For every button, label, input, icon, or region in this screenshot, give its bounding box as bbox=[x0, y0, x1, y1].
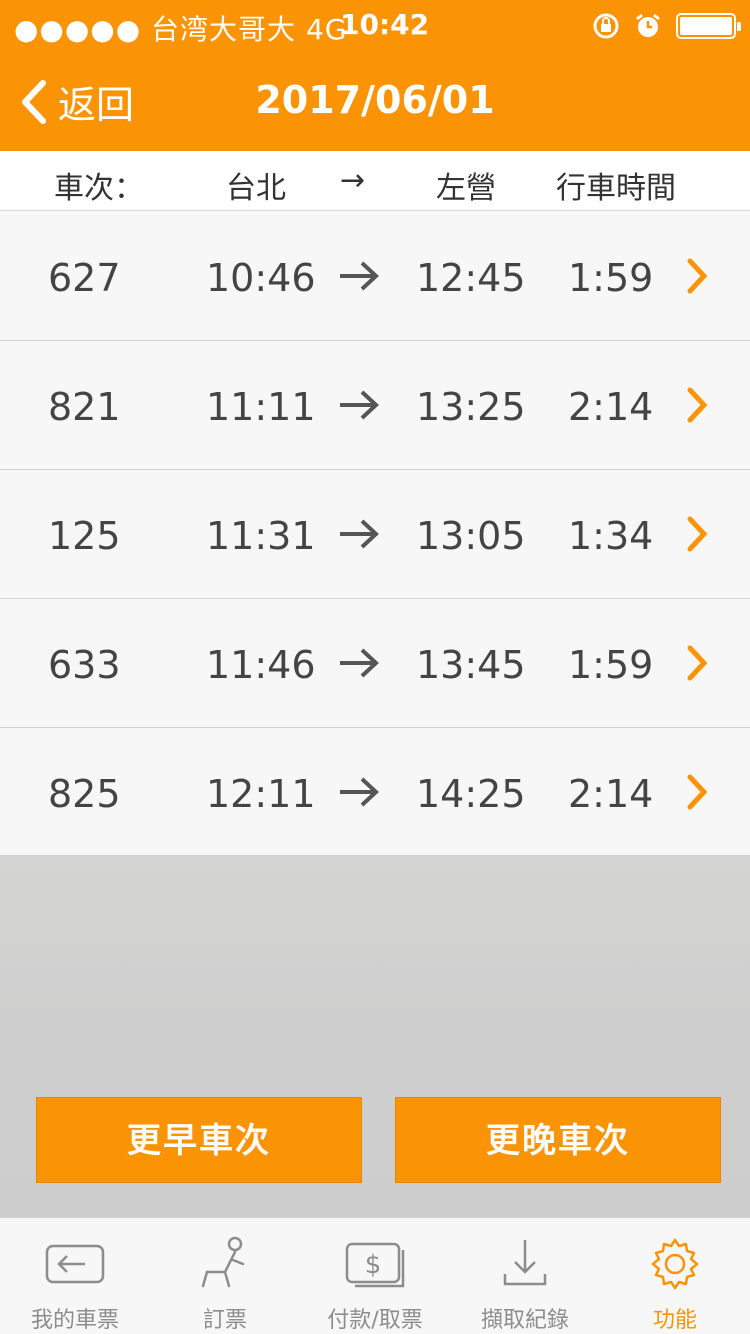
train-row[interactable]: 627 10:46 12:45 1:59 bbox=[0, 212, 750, 341]
travel-duration: 1:59 bbox=[568, 643, 654, 687]
train-number: 633 bbox=[48, 643, 121, 687]
tab-retrieve-records[interactable]: 擷取紀錄 bbox=[450, 1218, 600, 1334]
travel-duration: 2:14 bbox=[568, 385, 654, 429]
tab-label: 付款/取票 bbox=[327, 1308, 423, 1333]
top-bar: ●●●●● 台湾大哥大 4G 10:42 返回 2017/06/01 bbox=[0, 0, 750, 151]
tab-bar: 我的車票 訂票 $ 付款/取票 擷取紀錄 功能 bbox=[0, 1217, 750, 1334]
tab-functions[interactable]: 功能 bbox=[600, 1218, 750, 1334]
departure-time: 11:46 bbox=[206, 643, 316, 687]
chevron-right-icon bbox=[686, 645, 708, 690]
header-duration: 行車時間 bbox=[556, 171, 676, 206]
tab-my-tickets[interactable]: 我的車票 bbox=[0, 1218, 150, 1334]
header-destination: 左營 bbox=[436, 171, 496, 206]
train-row[interactable]: 821 11:11 13:25 2:14 bbox=[0, 341, 750, 470]
earlier-trains-button[interactable]: 更早車次 bbox=[36, 1097, 362, 1183]
navigation-bar: 返回 2017/06/01 bbox=[0, 52, 750, 151]
train-row[interactable]: 633 11:46 13:45 1:59 bbox=[0, 599, 750, 728]
train-row[interactable]: 125 11:31 13:05 1:34 bbox=[0, 470, 750, 599]
column-header: 車次： 台北 → 左營 行車時間 bbox=[0, 151, 750, 211]
arrival-time: 13:05 bbox=[416, 514, 526, 558]
chevron-right-icon bbox=[686, 258, 708, 303]
travel-duration: 1:34 bbox=[568, 514, 654, 558]
departure-time: 11:31 bbox=[206, 514, 316, 558]
chevron-right-icon bbox=[686, 774, 708, 819]
tab-payment[interactable]: $ 付款/取票 bbox=[300, 1218, 450, 1334]
seat-icon bbox=[201, 1236, 245, 1288]
page-title: 2017/06/01 bbox=[255, 78, 495, 122]
train-number: 821 bbox=[48, 385, 121, 429]
arrow-right-icon bbox=[338, 774, 382, 819]
carrier-signal: ●●●●● 台湾大哥大 4G bbox=[14, 13, 348, 46]
arrival-time: 13:25 bbox=[416, 385, 526, 429]
svg-text:$: $ bbox=[365, 1250, 382, 1280]
arrow-right-icon bbox=[338, 387, 382, 432]
tab-booking[interactable]: 訂票 bbox=[150, 1218, 300, 1334]
tab-label: 訂票 bbox=[202, 1308, 247, 1333]
ticket-icon bbox=[45, 1244, 105, 1284]
header-train: 車次： bbox=[54, 171, 144, 206]
tab-label: 擷取紀錄 bbox=[480, 1308, 569, 1333]
train-number: 627 bbox=[48, 256, 121, 300]
chevron-right-icon bbox=[686, 387, 708, 432]
payment-icon: $ bbox=[345, 1242, 405, 1288]
departure-time: 11:11 bbox=[206, 385, 316, 429]
arrow-right-icon bbox=[338, 645, 382, 690]
battery-icon bbox=[676, 13, 741, 39]
train-number: 125 bbox=[48, 514, 121, 558]
travel-duration: 2:14 bbox=[568, 772, 654, 816]
later-trains-button[interactable]: 更晚車次 bbox=[395, 1097, 721, 1183]
rotation-lock-icon bbox=[593, 13, 619, 39]
travel-duration: 1:59 bbox=[568, 256, 654, 300]
arrival-time: 13:45 bbox=[416, 643, 526, 687]
tab-label: 功能 bbox=[652, 1308, 697, 1333]
train-number: 825 bbox=[48, 772, 121, 816]
status-bar: ●●●●● 台湾大哥大 4G 10:42 bbox=[0, 0, 750, 52]
battery-level bbox=[680, 17, 732, 35]
train-row[interactable]: 825 12:11 14:25 2:14 bbox=[0, 728, 750, 857]
arrival-time: 14:25 bbox=[416, 772, 526, 816]
gear-icon bbox=[651, 1238, 699, 1290]
header-origin: 台北 bbox=[226, 171, 286, 206]
arrow-right-icon bbox=[338, 516, 382, 561]
arrow-right-icon bbox=[338, 258, 382, 303]
train-list: 627 10:46 12:45 1:59 821 11:11 13:25 2:1… bbox=[0, 212, 750, 857]
header-arrow: → bbox=[340, 163, 366, 198]
chevron-right-icon bbox=[686, 516, 708, 561]
download-icon bbox=[503, 1240, 547, 1286]
arrival-time: 12:45 bbox=[416, 256, 526, 300]
tab-label: 我的車票 bbox=[30, 1308, 119, 1333]
departure-time: 10:46 bbox=[206, 256, 316, 300]
status-time: 10:42 bbox=[340, 8, 430, 41]
departure-time: 12:11 bbox=[206, 772, 316, 816]
alarm-icon bbox=[636, 13, 660, 37]
status-icons bbox=[592, 10, 741, 42]
